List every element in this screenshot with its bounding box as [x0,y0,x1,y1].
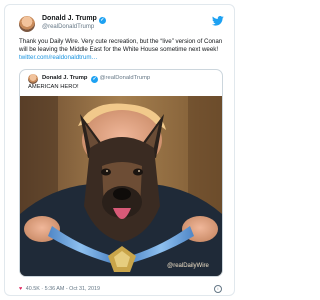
author-handle[interactable]: @realDonaldTrump [42,24,94,30]
author-name[interactable]: Donald J. Trump [42,15,97,22]
tweet-body: Thank you Daily Wire. Very cute recreati… [19,38,223,54]
tweet-footer: ♥ 40.5K · 5:36 AM - Oct 31, 2019 i [19,285,222,293]
tweet-card: Donald J. Trump ✓ @realDonaldTrump Thank … [4,4,235,296]
tweet-text: Thank you Daily Wire. Very cute recreati… [19,38,224,63]
author-name-row[interactable]: Donald J. Trump ✓ [42,15,106,24]
author-avatar[interactable] [19,16,35,32]
quoted-tweet-photo[interactable]: @realDailyWire [20,96,222,277]
info-icon[interactable]: i [214,285,222,293]
quoted-verified-badge-icon: ✓ [91,76,99,83]
twitter-bird-icon[interactable] [212,16,224,26]
quoted-author-avatar [28,74,38,84]
quoted-photo-watermark: @realDailyWire [167,263,209,269]
like-count[interactable]: 40.5K [26,286,40,292]
quoted-tweet[interactable]: Donald J. Trump ✓ @realDonaldTrump AMERI… [19,69,223,277]
tweet-link[interactable]: twitter.com/realdonaldtrum… [19,54,98,61]
quoted-author-name-row: Donald J. Trump ✓ @realDonaldTrump [42,75,150,83]
verified-badge-icon: ✓ [98,17,106,24]
tweet-timestamp[interactable]: 5:36 AM - Oct 31, 2019 [45,286,100,292]
quoted-author-name: Donald J. Trump [42,75,88,81]
quoted-tweet-text: AMERICAN HERO! [28,84,79,90]
quoted-author-handle: @realDonaldTrump [99,75,151,81]
heart-icon[interactable]: ♥ [19,286,22,292]
